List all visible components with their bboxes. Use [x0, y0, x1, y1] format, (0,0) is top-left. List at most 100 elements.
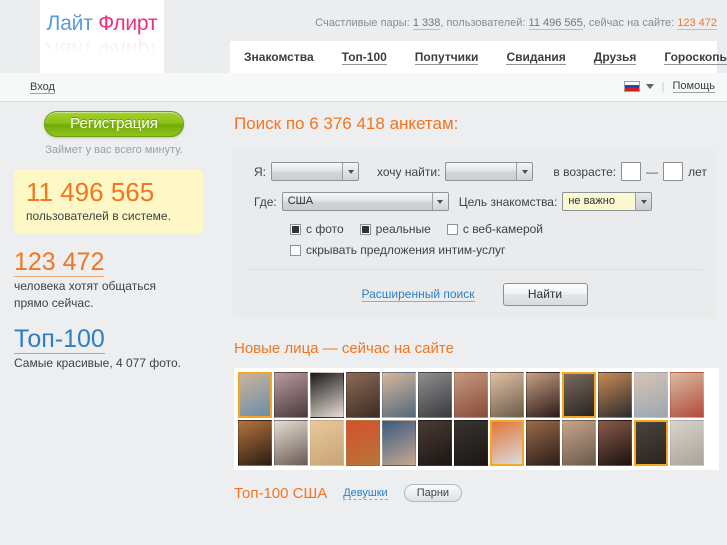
checkbox-hide-intim[interactable]: скрывать предложения интим-услуг [290, 243, 505, 257]
select-find[interactable] [445, 162, 534, 181]
face-thumbnail[interactable] [562, 420, 596, 466]
advanced-search-link[interactable]: Расширенный поиск [361, 287, 475, 302]
face-thumbnail[interactable] [562, 372, 596, 418]
face-thumbnail[interactable] [418, 372, 452, 418]
face-thumbnail[interactable] [598, 372, 632, 418]
search-row-gender-age: Я: хочу найти: в возрасте: — лет [232, 162, 717, 181]
face-thumbnail[interactable] [490, 372, 524, 418]
page-body: Регистрация Займет у вас всего минуту. 1… [0, 102, 727, 545]
face-thumbnail[interactable] [598, 420, 632, 466]
nav-item-top100[interactable]: Топ-100 [341, 50, 387, 65]
face-thumbnail[interactable] [238, 372, 272, 418]
new-faces-photo-grid [234, 368, 719, 470]
divider: | [661, 80, 665, 93]
age-to-input[interactable] [663, 162, 684, 181]
face-thumbnail[interactable] [490, 420, 524, 466]
site-logo[interactable]: Лайт Флирт Лайт Флирт [40, 0, 164, 73]
nav-item-druzya[interactable]: Друзья [593, 50, 637, 65]
register-button[interactable]: Регистрация [44, 111, 184, 137]
logo-reflection-pink: Флирт [98, 38, 159, 61]
face-thumbnail[interactable] [454, 372, 488, 418]
top100-sidebar-link[interactable]: Топ-100 [14, 325, 105, 354]
logo-text: Лайт Флирт [47, 12, 158, 36]
select-goal[interactable]: не важно [562, 192, 653, 211]
face-thumbnail[interactable] [346, 372, 380, 418]
nav-item-svidaniya[interactable]: Свидания [506, 50, 566, 65]
search-checkbox-row-1: с фото реальные с веб-камерой [232, 222, 717, 236]
chevron-down-icon[interactable] [342, 163, 358, 180]
label-age-unit: лет [688, 164, 707, 179]
users-count-box: 11 496 565 пользователей в системе. [14, 169, 203, 234]
login-link[interactable]: Вход [30, 81, 55, 94]
checkbox-webcam[interactable]: с веб-камерой [446, 222, 544, 236]
search-checkbox-row-2: скрывать предложения интим-услуг [232, 243, 717, 257]
face-thumbnail[interactable] [670, 372, 704, 418]
main-navigation: Знакомства Топ-100 Попутчики Свидания Др… [230, 41, 727, 73]
checkbox-with-photo[interactable]: с фото [290, 222, 344, 236]
face-thumbnail[interactable] [310, 420, 344, 466]
face-thumbnail[interactable] [526, 420, 560, 466]
russia-flag-icon[interactable] [623, 81, 640, 92]
face-thumbnail[interactable] [634, 420, 668, 466]
page-title: Поиск по 6 376 418 анкетам: [234, 114, 459, 133]
help-link[interactable]: Помощь [672, 80, 715, 93]
face-thumbnail[interactable] [346, 420, 380, 466]
face-thumbnail[interactable] [382, 372, 416, 418]
face-thumbnail[interactable] [310, 372, 344, 418]
site-header: Лайт Флирт Лайт Флирт Счастливые пары: 1… [0, 0, 727, 73]
face-thumbnail[interactable] [418, 420, 452, 466]
chevron-down-icon[interactable] [516, 163, 533, 180]
search-submit-button[interactable]: Найти [502, 283, 588, 306]
face-thumbnail[interactable] [526, 372, 560, 418]
face-thumbnail[interactable] [274, 420, 308, 466]
search-form: Я: хочу найти: в возрасте: — лет Где: СШ… [232, 148, 717, 318]
checkbox-real[interactable]: реальные [359, 222, 431, 236]
online-caption-line1: человека хотят общаться [14, 279, 156, 293]
label-find: хочу найти: [377, 164, 441, 179]
top100-guys-tab[interactable]: Парни [403, 484, 463, 502]
secondary-bar: Вход | Помощь [0, 73, 727, 102]
stats-online-now-link[interactable]: 123 472 [677, 17, 717, 30]
face-thumbnail[interactable] [670, 420, 704, 466]
online-caption-line2: прямо сейчас. [14, 296, 94, 310]
sidebar: Регистрация Займет у вас всего минуту. 1… [0, 102, 228, 371]
header-stats: Счастливые пары: 1 338, пользователей: 1… [315, 17, 717, 30]
stats-label-users: , пользователей: [440, 17, 529, 29]
nav-item-poputchiki[interactable]: Попутчики [414, 50, 479, 65]
checkbox-with-photo-box[interactable] [290, 223, 301, 235]
face-thumbnail[interactable] [634, 372, 668, 418]
checkbox-webcam-box[interactable] [446, 223, 458, 235]
register-note: Займет у вас всего минуту. [45, 144, 183, 156]
stats-happy-pairs-link[interactable]: 1 338 [412, 17, 441, 30]
age-from-input[interactable] [621, 162, 642, 181]
logo-reflection: Лайт Флирт [46, 37, 159, 61]
logo-part-blue: Лайт [46, 12, 99, 35]
language-help-group: | Помощь [623, 80, 715, 93]
new-faces-title: Новые лица — сейчас на сайте [234, 340, 454, 357]
nav-item-znakomstva[interactable]: Знакомства [244, 50, 314, 64]
chevron-down-icon[interactable] [645, 84, 654, 89]
select-me[interactable] [271, 162, 359, 181]
online-count-link[interactable]: 123 472 [14, 248, 105, 277]
online-count-block: 123 472 человека хотят общаться прямо се… [14, 248, 214, 311]
select-where-value: США [287, 195, 314, 207]
form-divider [246, 269, 703, 270]
checkbox-webcam-label: с веб-камерой [462, 222, 544, 236]
select-where[interactable]: США [281, 192, 449, 211]
chevron-down-icon[interactable] [635, 193, 652, 210]
face-thumbnail[interactable] [274, 372, 308, 418]
search-actions: Расширенный поиск Найти [232, 283, 717, 306]
top100-sidebar-caption: Самые красивые, 4 077 фото. [14, 356, 182, 370]
face-thumbnail[interactable] [382, 420, 416, 466]
logo-reflection-blue: Лайт [45, 38, 99, 61]
label-me: Я: [254, 164, 266, 179]
chevron-down-icon[interactable] [431, 193, 448, 210]
stats-users-total-link[interactable]: 11 496 565 [528, 17, 583, 30]
face-thumbnail[interactable] [454, 420, 488, 466]
face-thumbnail[interactable] [238, 420, 272, 466]
checkbox-real-box[interactable] [359, 223, 371, 235]
stats-label-pairs: Счастливые пары: [315, 17, 413, 29]
checkbox-hide-intim-box[interactable] [290, 244, 301, 256]
nav-item-goroskopy[interactable]: Гороскопы [664, 50, 727, 65]
top100-girls-tab[interactable]: Девушки [343, 487, 388, 500]
